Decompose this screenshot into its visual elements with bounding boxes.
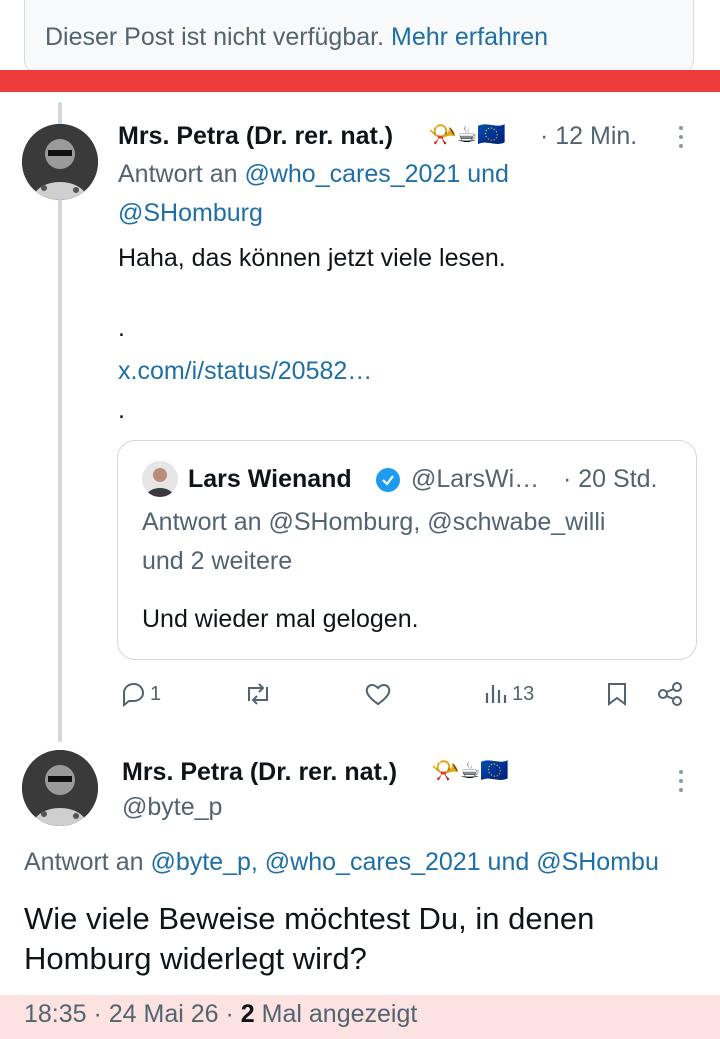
views-button[interactable]: 13 xyxy=(484,681,534,707)
bookmark-icon xyxy=(608,683,626,706)
author-handle[interactable]: @byte_p xyxy=(122,793,222,822)
author-name[interactable]: Mrs. Petra (Dr. rer. nat.) xyxy=(122,758,397,787)
learn-more-link[interactable]: Mehr erfahren xyxy=(391,23,548,51)
verified-badge-icon xyxy=(376,468,400,492)
views-count: 13 xyxy=(512,682,535,705)
reply-mention-shomburg[interactable]: @SHomburg xyxy=(118,199,263,228)
avatar[interactable] xyxy=(22,750,98,826)
unavailable-post-text: Dieser Post ist nicht verfügbar. Mehr er… xyxy=(45,23,549,51)
post-text: Haha, das können jetzt viele lesen. xyxy=(118,244,506,272)
author-emojis: 📯☕🇪🇺 xyxy=(428,121,506,147)
quoted-reply-context-more: und 2 weitere xyxy=(142,547,293,575)
quoted-time: · 20 Std. xyxy=(563,465,658,493)
author-name[interactable]: Mrs. Petra (Dr. rer. nat.) xyxy=(118,122,393,151)
reply-button[interactable]: 1 xyxy=(120,681,161,707)
status-link[interactable]: x.com/i/status/20582… xyxy=(118,357,372,386)
reply-icon xyxy=(123,682,145,707)
share-icon xyxy=(658,682,682,706)
more-options-icon[interactable] xyxy=(679,770,683,792)
quoted-avatar[interactable] xyxy=(142,461,178,497)
bookmark-button[interactable] xyxy=(606,681,628,707)
views-label: Mal angezeigt xyxy=(261,1000,418,1028)
unavailable-post-banner: Dieser Post ist nicht verfügbar. Mehr er… xyxy=(24,0,694,74)
share-button[interactable] xyxy=(656,681,684,707)
avatar[interactable] xyxy=(22,124,98,200)
avatar-image xyxy=(22,124,98,200)
post-text-dot: . xyxy=(118,396,125,424)
repost-button[interactable] xyxy=(243,681,273,707)
reply-mentions[interactable]: @who_cares_2021 und xyxy=(244,160,508,188)
post-time[interactable]: · 12 Min. xyxy=(540,122,637,151)
reply-context: Antwort an @who_cares_2021 und xyxy=(118,160,509,188)
quoted-handle[interactable]: @LarsWi… xyxy=(411,465,539,494)
quoted-post-text: Und wieder mal gelogen. xyxy=(142,605,419,633)
main-post-text: Wie viele Beweise möchtest Du, in denen … xyxy=(24,901,595,976)
reply-mentions[interactable]: @byte_p, @who_cares_2021 und @SHombu xyxy=(150,848,658,876)
post-timestamp[interactable]: 18:35 · 24 Mai 26 · xyxy=(24,1000,234,1028)
quoted-author-name[interactable]: Lars Wienand xyxy=(188,465,352,494)
view-count: 2 xyxy=(240,1000,255,1028)
post-text-dot: . xyxy=(118,314,125,342)
post-meta-footer: 18:35 · 24 Mai 26 · 2 Mal angezeigt xyxy=(24,1000,417,1029)
quoted-reply-context: Antwort an @SHomburg, @schwabe_willi xyxy=(142,508,606,536)
repost-icon xyxy=(248,683,268,705)
avatar-image xyxy=(22,750,98,826)
author-emojis: 📯☕🇪🇺 xyxy=(431,757,509,783)
like-button[interactable] xyxy=(364,681,392,707)
heart-icon xyxy=(365,684,391,706)
reply-context: Antwort an @byte_p, @who_cares_2021 und … xyxy=(24,848,659,876)
more-options-icon[interactable] xyxy=(679,126,683,148)
reply-count: 1 xyxy=(150,682,162,705)
views-icon xyxy=(485,685,507,703)
quoted-avatar-image xyxy=(142,461,178,497)
red-highlight-bar xyxy=(0,70,720,92)
